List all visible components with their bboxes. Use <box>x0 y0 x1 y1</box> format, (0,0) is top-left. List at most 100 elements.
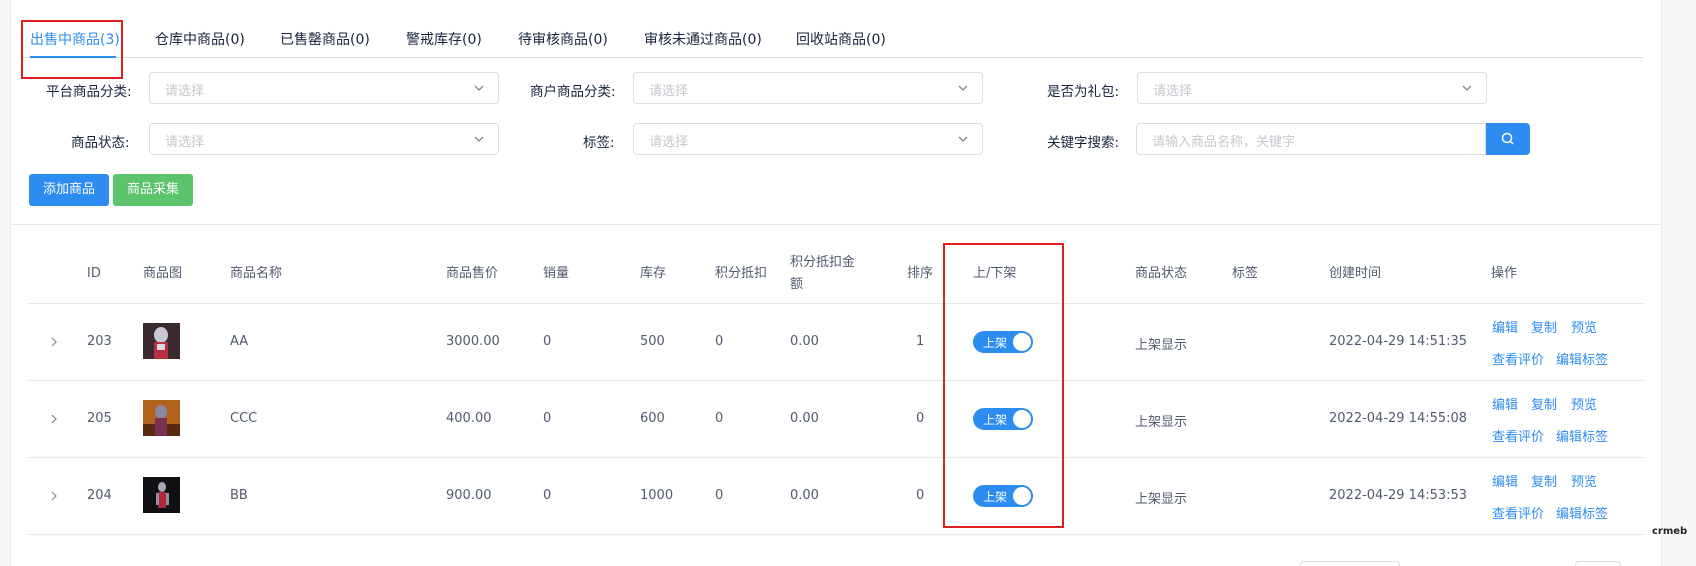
th-created: 创建时间 <box>1329 266 1382 281</box>
tab-on-sale[interactable]: 出售中商品(3) <box>30 29 120 49</box>
th-shelf: 上/下架 <box>973 266 1017 281</box>
platform-category-select[interactable]: 请选择 <box>149 72 499 104</box>
cell-points-amount: 0.00 <box>790 488 819 503</box>
is-gift-label: 是否为礼包: <box>1047 84 1120 100</box>
th-sort: 排序 <box>907 266 934 281</box>
cell-points-amount: 0.00 <box>790 411 819 426</box>
tab-sold-out[interactable]: 已售罄商品(0) <box>280 29 370 49</box>
chevron-right-icon[interactable] <box>49 337 59 347</box>
collect-product-button[interactable]: 商品采集 <box>113 174 193 206</box>
edit-link[interactable]: 编辑 <box>1492 394 1518 413</box>
product-thumbnail <box>143 400 180 436</box>
page-size-select[interactable] <box>1300 561 1400 566</box>
edit-tags-link[interactable]: 编辑标签 <box>1556 349 1608 368</box>
copy-link[interactable]: 复制 <box>1531 471 1557 490</box>
cell-sort: 1 <box>916 334 925 349</box>
cell-name: CCC <box>230 411 258 426</box>
tab-warehouse[interactable]: 仓库中商品(0) <box>155 29 245 49</box>
edit-tags-link[interactable]: 编辑标签 <box>1556 426 1608 445</box>
preview-link[interactable]: 预览 <box>1571 471 1597 490</box>
cell-stock: 500 <box>640 334 665 349</box>
product-thumbnail <box>143 323 180 359</box>
status-select[interactable]: 请选择 <box>149 123 499 155</box>
th-stock: 库存 <box>640 266 667 281</box>
shelf-toggle-label: 上架 <box>983 336 1008 350</box>
view-reviews-link[interactable]: 查看评价 <box>1492 503 1544 522</box>
view-reviews-link[interactable]: 查看评价 <box>1492 426 1544 445</box>
tag-select[interactable]: 请选择 <box>633 123 983 155</box>
shelf-toggle[interactable]: 上架 <box>973 485 1033 507</box>
toggle-knob <box>1013 410 1031 428</box>
cell-status: 上架显示 <box>1135 492 1188 507</box>
cell-points: 0 <box>715 488 724 503</box>
tag-placeholder: 请选择 <box>649 135 689 150</box>
chevron-down-icon <box>958 136 968 142</box>
tab-recycle-bin[interactable]: 回收站商品(0) <box>796 29 886 49</box>
section-divider <box>10 224 1662 225</box>
th-points-amount-line1: 积分抵扣金 <box>790 255 856 270</box>
merchant-category-select[interactable]: 请选择 <box>633 72 983 104</box>
chevron-down-icon <box>1462 85 1472 91</box>
tab-stock-alert[interactable]: 警戒库存(0) <box>406 29 482 49</box>
shelf-toggle[interactable]: 上架 <box>973 408 1033 430</box>
th-ops: 操作 <box>1491 266 1518 281</box>
cell-id: 204 <box>87 488 112 503</box>
copy-link[interactable]: 复制 <box>1531 394 1557 413</box>
cell-created: 2022-04-29 14:51:35 <box>1329 334 1468 349</box>
cell-price: 3000.00 <box>446 334 500 349</box>
chevron-down-icon <box>474 85 484 91</box>
edit-tags-link[interactable]: 编辑标签 <box>1556 503 1608 522</box>
keyword-input[interactable]: 请输入商品名称，关键字 <box>1136 123 1486 155</box>
cell-stock: 600 <box>640 411 665 426</box>
table-divider <box>28 534 1644 535</box>
tab-pending-review[interactable]: 待审核商品(0) <box>518 29 608 49</box>
keyword-label: 关键字搜索: <box>1047 135 1120 151</box>
cell-name: AA <box>230 334 249 349</box>
keyword-placeholder: 请输入商品名称，关键字 <box>1152 135 1296 150</box>
edit-link[interactable]: 编辑 <box>1492 471 1518 490</box>
product-thumbnail <box>143 477 180 513</box>
table-divider <box>28 380 1644 381</box>
shelf-toggle[interactable]: 上架 <box>973 331 1033 353</box>
th-status: 商品状态 <box>1135 266 1188 281</box>
add-product-button[interactable]: 添加商品 <box>29 174 109 206</box>
search-button[interactable] <box>1486 123 1530 155</box>
cell-price: 900.00 <box>446 488 492 503</box>
cell-sales: 0 <box>543 411 552 426</box>
cell-sales: 0 <box>543 334 552 349</box>
table-divider <box>28 303 1644 304</box>
status-label: 商品状态: <box>71 135 130 151</box>
th-price: 商品售价 <box>446 266 499 281</box>
th-points-amount-line2: 额 <box>790 277 804 292</box>
chevron-down-icon <box>474 136 484 142</box>
th-tag: 标签 <box>1232 266 1259 281</box>
edit-link[interactable]: 编辑 <box>1492 317 1518 336</box>
th-id: ID <box>87 266 101 281</box>
chevron-right-icon[interactable] <box>49 414 59 424</box>
th-name: 商品名称 <box>230 266 283 281</box>
tab-review-rejected[interactable]: 审核未通过商品(0) <box>644 29 762 49</box>
tab-bar: 出售中商品(3) 仓库中商品(0) 已售罄商品(0) 警戒库存(0) 待审核商品… <box>20 20 1644 58</box>
cell-status: 上架显示 <box>1135 338 1188 353</box>
cell-sort: 0 <box>916 488 925 503</box>
chevron-right-icon[interactable] <box>49 491 59 501</box>
shelf-toggle-label: 上架 <box>983 490 1008 504</box>
cell-created: 2022-04-29 14:55:08 <box>1329 411 1468 426</box>
active-tab-indicator <box>30 56 116 58</box>
is-gift-select[interactable]: 请选择 <box>1137 72 1487 104</box>
th-points: 积分抵扣 <box>715 266 768 281</box>
th-sales: 销量 <box>543 266 570 281</box>
tag-label: 标签: <box>583 135 615 151</box>
copy-link[interactable]: 复制 <box>1531 317 1557 336</box>
toggle-knob <box>1013 487 1031 505</box>
platform-category-placeholder: 请选择 <box>165 84 205 99</box>
merchant-category-placeholder: 请选择 <box>649 84 689 99</box>
cell-points: 0 <box>715 334 724 349</box>
preview-link[interactable]: 预览 <box>1571 317 1597 336</box>
th-image: 商品图 <box>143 266 183 281</box>
view-reviews-link[interactable]: 查看评价 <box>1492 349 1544 368</box>
cell-sales: 0 <box>543 488 552 503</box>
preview-link[interactable]: 预览 <box>1571 394 1597 413</box>
cell-status: 上架显示 <box>1135 415 1188 430</box>
page-jump-input[interactable] <box>1575 561 1621 566</box>
